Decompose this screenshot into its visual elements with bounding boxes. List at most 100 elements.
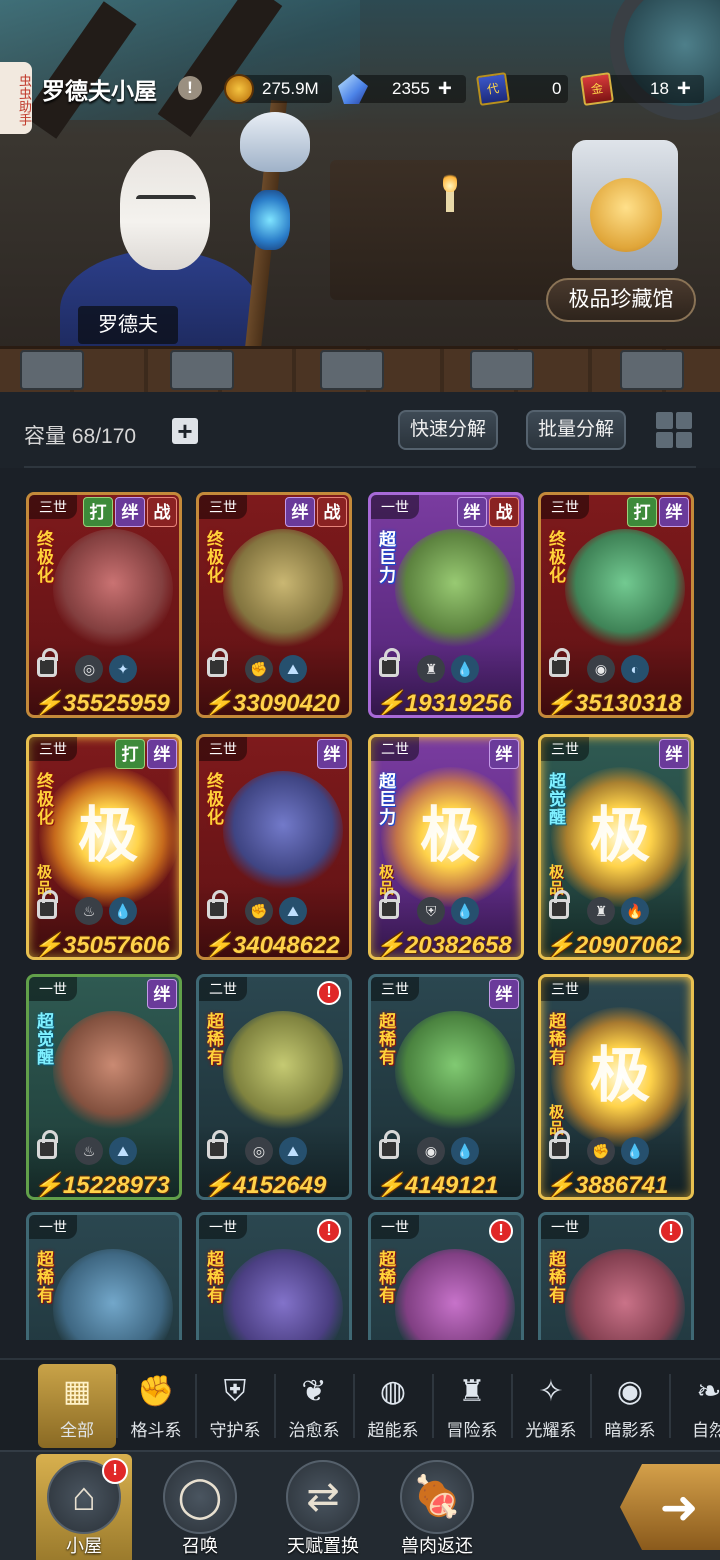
- nav-label: 小屋: [66, 1536, 102, 1556]
- element-icon: ✦: [109, 655, 137, 683]
- lock-icon[interactable]: [207, 890, 228, 919]
- pet-card[interactable]: 一世 超稀有: [26, 1212, 182, 1340]
- pet-card[interactable]: 三世 绊终极化 ✊ ⛰ ⚡34048622: [196, 734, 352, 960]
- lock-icon[interactable]: [379, 890, 400, 919]
- category-divider: [590, 1374, 592, 1438]
- trait-badge: 打: [627, 497, 657, 527]
- nav-icon: ◯: [163, 1460, 237, 1534]
- crystal-resource: 2355 +: [338, 73, 466, 105]
- trait-badges: 绊: [147, 979, 177, 1009]
- rarity-label: 终极化: [549, 530, 566, 585]
- category-tab[interactable]: ❧ 自然: [670, 1364, 720, 1448]
- rarity-label: 超巨力: [379, 772, 396, 827]
- pet-card[interactable]: 三世打绊极终极化极品♨💧⚡35057606: [26, 734, 182, 960]
- lock-icon[interactable]: [379, 648, 400, 677]
- category-tab[interactable]: ⛨ 守护系: [196, 1364, 274, 1448]
- premium-mark: 极: [590, 1042, 650, 1109]
- category-label: 治愈系: [288, 1421, 340, 1440]
- lock-icon[interactable]: [37, 648, 58, 677]
- nav-item[interactable]: 🍖 兽肉返还: [382, 1454, 492, 1560]
- pet-card[interactable]: 三世 绊超稀有 ◉ 💧 ⚡4149121: [368, 974, 524, 1200]
- npc-name-label: 罗德夫: [78, 306, 178, 344]
- nav-item[interactable]: ⇄ 天赋置换: [268, 1454, 378, 1560]
- category-tab[interactable]: ❦ 治愈系: [275, 1364, 353, 1448]
- red-ticket-resource: 金 18 +: [580, 72, 704, 106]
- trait-badges: 绊: [489, 979, 519, 1009]
- power-icon: ⚡: [375, 1172, 405, 1199]
- pet-card[interactable]: 一世! 超稀有: [196, 1212, 352, 1340]
- lock-icon[interactable]: [207, 648, 228, 677]
- rarity-label: 终极化: [37, 530, 54, 585]
- lock-icon[interactable]: [379, 1130, 400, 1159]
- lock-icon[interactable]: [37, 890, 58, 919]
- element-icon: ◎: [245, 1137, 273, 1165]
- power-value: ⚡35130318: [545, 689, 682, 715]
- nav-item[interactable]: ◯ 召唤: [150, 1454, 250, 1560]
- nav-item[interactable]: ⌂ 小屋!: [36, 1454, 132, 1560]
- pet-card[interactable]: 一世 绊超觉醒 ♨ ⛰ ⚡15228973: [26, 974, 182, 1200]
- wizard-eyes: [136, 195, 196, 203]
- category-tab[interactable]: ✧ 光耀系: [512, 1364, 590, 1448]
- pet-card[interactable]: 三世绊极超觉醒极品♜🔥⚡20907062: [538, 734, 694, 960]
- add-crystal-button[interactable]: +: [438, 77, 452, 101]
- pet-card[interactable]: 三世极超稀有极品✊💧⚡3886741: [538, 974, 694, 1200]
- pet-card[interactable]: 二世! 超稀有 ◎ ⛰ ⚡4152649: [196, 974, 352, 1200]
- trait-badge: 绊: [285, 497, 315, 527]
- expand-capacity-button[interactable]: +: [172, 418, 198, 444]
- power-value: ⚡19319256: [375, 689, 512, 715]
- power-value: ⚡34048622: [203, 931, 340, 957]
- add-red-ticket-button[interactable]: +: [677, 77, 691, 101]
- category-tab[interactable]: ▦ 全部: [38, 1364, 116, 1448]
- lock-icon[interactable]: [549, 648, 570, 677]
- pet-card[interactable]: 一世 绊战超巨力 ♜ 💧 ⚡19319256: [368, 492, 524, 718]
- category-tab[interactable]: ◉ 暗影系: [591, 1364, 669, 1448]
- nav-label: 召唤: [182, 1536, 218, 1556]
- trait-badge: 绊: [317, 739, 347, 769]
- pet-card[interactable]: 一世! 超稀有: [538, 1212, 694, 1340]
- rarity-label: 超稀有: [379, 1250, 396, 1305]
- alert-icon: !: [489, 1219, 513, 1243]
- trait-badge: 绊: [489, 979, 519, 1009]
- trait-badge: 绊: [659, 739, 689, 769]
- batch-decompose-button[interactable]: 批量分解: [526, 410, 626, 450]
- pet-card[interactable]: 三世 绊战终极化 ✊ ⛰ ⚡33090420: [196, 492, 352, 718]
- pet-card[interactable]: 一世! 超稀有: [368, 1212, 524, 1340]
- trait-badge: 绊: [489, 739, 519, 769]
- category-tab[interactable]: ♜ 冒险系: [433, 1364, 511, 1448]
- generation-label: 一世: [371, 495, 419, 519]
- category-icon: ▦: [62, 1375, 92, 1408]
- collection-hall-button[interactable]: 极品珍藏馆: [546, 278, 696, 322]
- pet-card[interactable]: 三世打绊战终极化 ◎ ✦ ⚡35525959: [26, 492, 182, 718]
- candle: [446, 190, 454, 212]
- pet-portrait: [223, 529, 343, 649]
- lock-icon[interactable]: [207, 1130, 228, 1159]
- lock-icon[interactable]: [549, 890, 570, 919]
- category-tab[interactable]: ✊ 格斗系: [117, 1364, 195, 1448]
- power-value: ⚡20382658: [375, 931, 512, 957]
- category-icon: ♜: [458, 1375, 486, 1408]
- element-icon: ♜: [587, 897, 615, 925]
- category-divider: [511, 1374, 513, 1438]
- power-icon: ⚡: [545, 1172, 575, 1199]
- pet-portrait: [565, 529, 685, 649]
- coin-icon: [224, 74, 254, 104]
- rarity-label: 超觉醒: [37, 1012, 54, 1067]
- rarity-label: 超稀有: [379, 1012, 396, 1067]
- trait-badge: 绊: [457, 497, 487, 527]
- pet-card[interactable]: 三世 打绊终极化 ◉ ◐ ⚡35130318: [538, 492, 694, 718]
- info-icon[interactable]: !: [178, 76, 202, 100]
- power-icon: ⚡: [203, 690, 233, 717]
- grid-view-toggle-icon[interactable]: [656, 412, 692, 448]
- trait-badge: 战: [317, 497, 347, 527]
- category-tab[interactable]: ◍ 超能系: [354, 1364, 432, 1448]
- nav-icon: ⇄: [286, 1460, 360, 1534]
- power-number: 4152649: [232, 1172, 327, 1199]
- lock-icon[interactable]: [37, 1130, 58, 1159]
- power-value: ⚡4152649: [203, 1171, 327, 1199]
- quick-decompose-button[interactable]: 快速分解: [398, 410, 498, 450]
- pet-card[interactable]: 二世绊极超巨力极品⛨💧⚡20382658: [368, 734, 524, 960]
- lock-icon[interactable]: [549, 1130, 570, 1159]
- category-icon: ❧: [696, 1375, 720, 1408]
- element-icon: ◉: [417, 1137, 445, 1165]
- assistant-side-tab[interactable]: 虫虫助手: [0, 62, 32, 134]
